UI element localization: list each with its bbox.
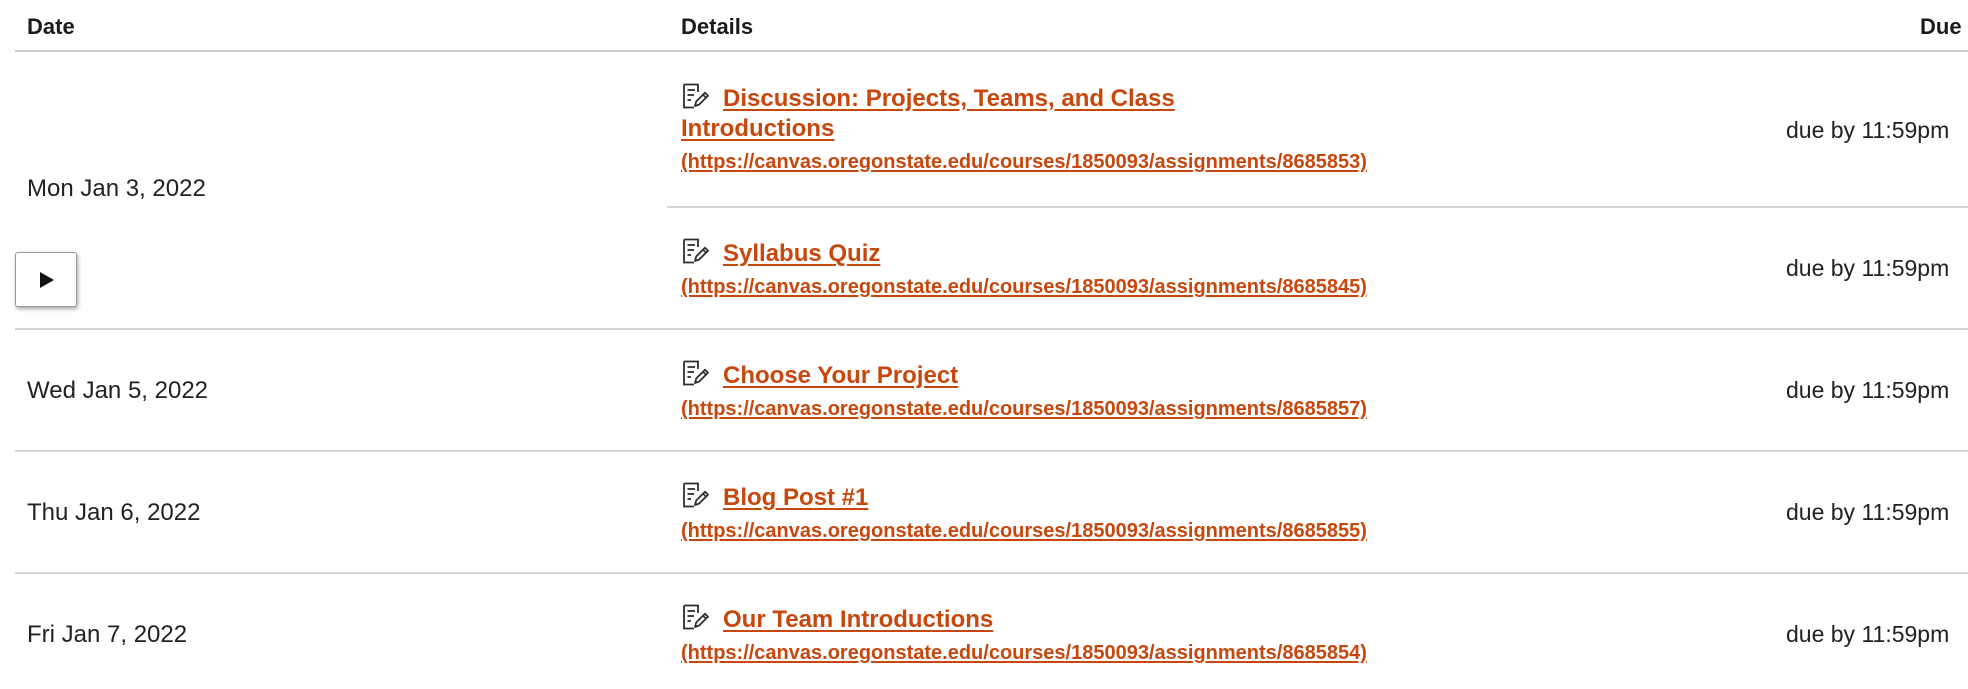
column-header-details: Details [681, 14, 754, 39]
assignment-item: Choose Your Project (https://canvas.oreg… [681, 359, 1367, 421]
row-date: Fri Jan 7, 2022 [27, 621, 188, 648]
row-date: Thu Jan 6, 2022 [27, 499, 201, 526]
assignment-icon [681, 82, 709, 110]
assignment-title-link[interactable]: Syllabus Quiz [723, 240, 880, 267]
syllabus-schedule: Date Details Due Mon Jan 3, 2022 Discuss… [0, 0, 1968, 689]
assignment-icon [681, 237, 709, 265]
row-date: Wed Jan 5, 2022 [27, 377, 209, 404]
assignment-icon [681, 359, 709, 387]
play-icon [40, 272, 54, 288]
assignment-item: Blog Post #1 (https://canvas.oregonstate… [681, 481, 1367, 543]
item-divider [667, 206, 1968, 208]
assignment-title-link[interactable]: Our Team Introductions [723, 606, 993, 633]
assignment-item: Discussion: Projects, Teams, and Class I… [681, 82, 1367, 174]
due-time: due by 11:59pm [1786, 621, 1950, 647]
assignment-title-link[interactable]: Blog Post #1 [723, 484, 868, 511]
due-time: due by 11:59pm [1786, 255, 1950, 281]
column-header-due: Due [1920, 14, 1962, 39]
due-time: due by 11:59pm [1786, 377, 1950, 403]
assignment-title-link-continued[interactable]: Introductions [681, 115, 1321, 143]
assignment-url-link[interactable]: (https://canvas.oregonstate.edu/courses/… [681, 398, 1367, 421]
assignment-url-link[interactable]: (https://canvas.oregonstate.edu/courses/… [681, 151, 1367, 174]
assignment-url-link[interactable]: (https://canvas.oregonstate.edu/courses/… [681, 642, 1367, 665]
assignment-url-link[interactable]: (https://canvas.oregonstate.edu/courses/… [681, 276, 1367, 299]
table-header: Date Details Due [15, 0, 1968, 52]
row-divider [15, 450, 1968, 452]
assignment-item: Syllabus Quiz (https://canvas.oregonstat… [681, 237, 1367, 299]
play-button[interactable] [15, 252, 77, 307]
due-time: due by 11:59pm [1786, 499, 1950, 525]
assignment-title-link[interactable]: Choose Your Project [723, 362, 958, 389]
assignment-icon [681, 603, 709, 631]
row-divider [15, 572, 1968, 574]
row-divider [15, 328, 1968, 330]
assignment-url-link[interactable]: (https://canvas.oregonstate.edu/courses/… [681, 520, 1367, 543]
row-date: Mon Jan 3, 2022 [27, 175, 206, 202]
due-time: due by 11:59pm [1786, 117, 1950, 143]
assignment-item: Our Team Introductions (https://canvas.o… [681, 603, 1367, 665]
column-header-date: Date [27, 14, 75, 39]
assignment-title-link[interactable]: Discussion: Projects, Teams, and Class [723, 85, 1175, 112]
assignment-icon [681, 481, 709, 509]
